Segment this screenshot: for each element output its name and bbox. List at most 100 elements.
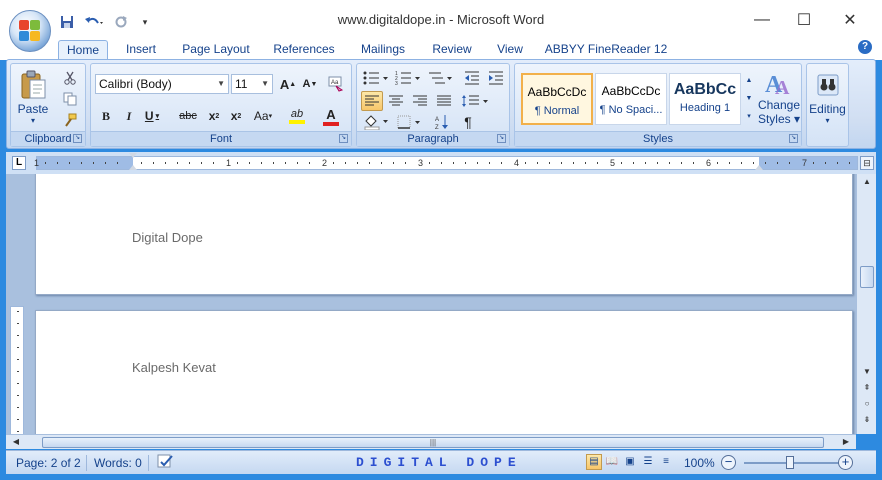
style-heading-1[interactable]: AaBbCc Heading 1 — [669, 73, 741, 125]
outline-icon[interactable]: ☰ — [640, 454, 656, 470]
scroll-down-icon[interactable]: ▼ — [860, 366, 874, 378]
paragraph-launcher-icon[interactable]: ↘ — [497, 134, 506, 143]
zoom-level[interactable]: 100% — [684, 456, 715, 470]
tab-references[interactable]: References — [268, 40, 340, 60]
tab-view[interactable]: View — [490, 40, 530, 60]
align-left-button[interactable] — [361, 91, 383, 111]
document-area[interactable]: Digital Dope Kalpesh Kevat — [6, 174, 856, 434]
maximize-button[interactable]: ☐ — [784, 8, 824, 32]
shrink-font-button[interactable]: A ▼ — [299, 74, 321, 94]
line-spacing-icon — [462, 95, 488, 107]
styles-more-icon[interactable]: ▾ — [743, 108, 755, 124]
borders-button[interactable] — [395, 112, 425, 132]
draft-icon[interactable]: ≡ — [658, 454, 674, 470]
zoom-slider[interactable] — [744, 456, 844, 469]
bold-button[interactable]: B — [95, 106, 117, 126]
shading-button[interactable] — [361, 112, 391, 132]
next-page-icon[interactable]: ⇟ — [860, 414, 874, 426]
previous-page-icon[interactable]: ⇞ — [860, 382, 874, 394]
font-launcher-icon[interactable]: ↘ — [339, 134, 348, 143]
styles-scroll-up-icon[interactable]: ▲ — [743, 72, 755, 88]
underline-button[interactable]: U ▾ — [141, 106, 163, 126]
decrease-indent-button[interactable] — [461, 68, 483, 88]
highlight-button[interactable]: ab — [283, 104, 311, 128]
page-2-text[interactable]: Kalpesh Kevat — [132, 360, 216, 375]
proofing-icon[interactable] — [156, 454, 176, 468]
change-case-button[interactable]: Aa ▾ — [249, 106, 277, 126]
editing-button[interactable]: Editing ▾ — [807, 66, 848, 132]
ruler-tick — [717, 162, 718, 164]
change-styles-button[interactable]: AA Change Styles ▾ — [757, 66, 801, 128]
justify-button[interactable] — [433, 91, 455, 111]
vertical-scrollbar[interactable]: ▲ ▼ ⇞ ○ ⇟ — [856, 174, 876, 434]
align-right-button[interactable] — [409, 91, 431, 111]
ruler-tick — [213, 162, 214, 164]
tab-home[interactable]: Home — [58, 40, 108, 60]
ruler-tick — [621, 162, 622, 164]
zoom-out-icon[interactable]: − — [721, 455, 736, 470]
superscript-button[interactable]: x2 — [225, 106, 247, 126]
hanging-indent-marker[interactable] — [129, 165, 137, 170]
format-painter-icon[interactable] — [59, 110, 81, 130]
right-indent-marker[interactable] — [755, 165, 763, 170]
ruler-tick — [45, 162, 46, 164]
multilevel-list-button[interactable] — [425, 68, 455, 88]
tab-page-layout[interactable]: Page Layout — [178, 40, 254, 60]
style-no-spacing[interactable]: AaBbCcDc ¶ No Spaci... — [595, 73, 667, 125]
scroll-up-icon[interactable]: ▲ — [860, 176, 874, 188]
clipboard-launcher-icon[interactable]: ↘ — [73, 134, 82, 143]
full-screen-reading-icon[interactable]: 📖 — [604, 454, 620, 470]
help-icon[interactable]: ? — [858, 40, 872, 54]
font-name-combo[interactable]: Calibri (Body) ▼ — [95, 74, 229, 94]
tab-mailings[interactable]: Mailings — [354, 40, 412, 60]
zoom-in-icon[interactable]: + — [838, 455, 853, 470]
italic-button[interactable]: I — [118, 106, 140, 126]
clear-formatting-button[interactable]: Aa — [325, 74, 347, 94]
line-spacing-button[interactable] — [459, 91, 491, 111]
zoom-slider-thumb[interactable] — [786, 456, 794, 469]
increase-indent-button[interactable] — [485, 68, 507, 88]
tab-review[interactable]: Review — [426, 40, 478, 60]
font-color-button[interactable]: A — [317, 104, 345, 128]
word-count-status[interactable]: Words: 0 — [94, 456, 142, 470]
style-normal[interactable]: AaBbCcDc ¶ Normal — [521, 73, 593, 125]
paste-button[interactable]: Paste ▾ — [15, 68, 51, 126]
copy-icon[interactable] — [59, 89, 81, 109]
first-line-indent-marker[interactable] — [129, 153, 137, 158]
page-count-status[interactable]: Page: 2 of 2 — [16, 456, 81, 470]
vertical-scroll-thumb[interactable] — [860, 266, 874, 288]
font-size-combo[interactable]: 11 ▼ — [231, 74, 273, 94]
scroll-left-icon[interactable]: ◀ — [10, 436, 22, 448]
ruler-tick — [489, 162, 490, 164]
grow-font-button[interactable]: A ▲ — [277, 74, 299, 94]
align-center-button[interactable] — [385, 91, 407, 111]
vertical-ruler[interactable] — [10, 306, 24, 434]
office-button[interactable] — [9, 10, 51, 52]
close-button[interactable]: ✕ — [830, 8, 870, 32]
horizontal-ruler[interactable]: 1 1 2 3 4 5 6 7 — [34, 153, 858, 170]
horizontal-scrollbar[interactable]: ◀ ||| ▶ — [6, 434, 856, 449]
sort-button[interactable]: AZ — [431, 112, 453, 132]
web-layout-icon[interactable]: ▣ — [622, 454, 638, 470]
minimize-button[interactable]: — — [742, 8, 782, 32]
view-ruler-icon[interactable]: ⊟ — [860, 156, 874, 170]
page-2[interactable]: Kalpesh Kevat — [35, 310, 853, 434]
styles-launcher-icon[interactable]: ↘ — [789, 134, 798, 143]
print-layout-icon[interactable]: ▤ — [586, 454, 602, 470]
styles-scroll-down-icon[interactable]: ▼ — [743, 90, 755, 106]
ruler-tick — [429, 162, 430, 164]
cut-icon[interactable] — [59, 68, 81, 88]
show-marks-button[interactable]: ¶ — [457, 112, 479, 132]
strikethrough-button[interactable]: abc — [175, 106, 201, 126]
page-1-text[interactable]: Digital Dope — [132, 230, 203, 245]
tab-abbyy[interactable]: ABBYY FineReader 12 — [544, 40, 668, 60]
numbering-button[interactable]: 123 — [393, 68, 423, 88]
subscript-button[interactable]: x2 — [203, 106, 225, 126]
bullets-button[interactable] — [361, 68, 391, 88]
tab-selector-icon[interactable]: L — [12, 156, 26, 170]
tab-insert[interactable]: Insert — [118, 40, 164, 60]
scroll-right-icon[interactable]: ▶ — [840, 436, 852, 448]
select-browse-object-icon[interactable]: ○ — [860, 398, 874, 410]
page-1[interactable]: Digital Dope — [35, 174, 853, 295]
horizontal-scroll-thumb[interactable]: ||| — [42, 437, 824, 448]
